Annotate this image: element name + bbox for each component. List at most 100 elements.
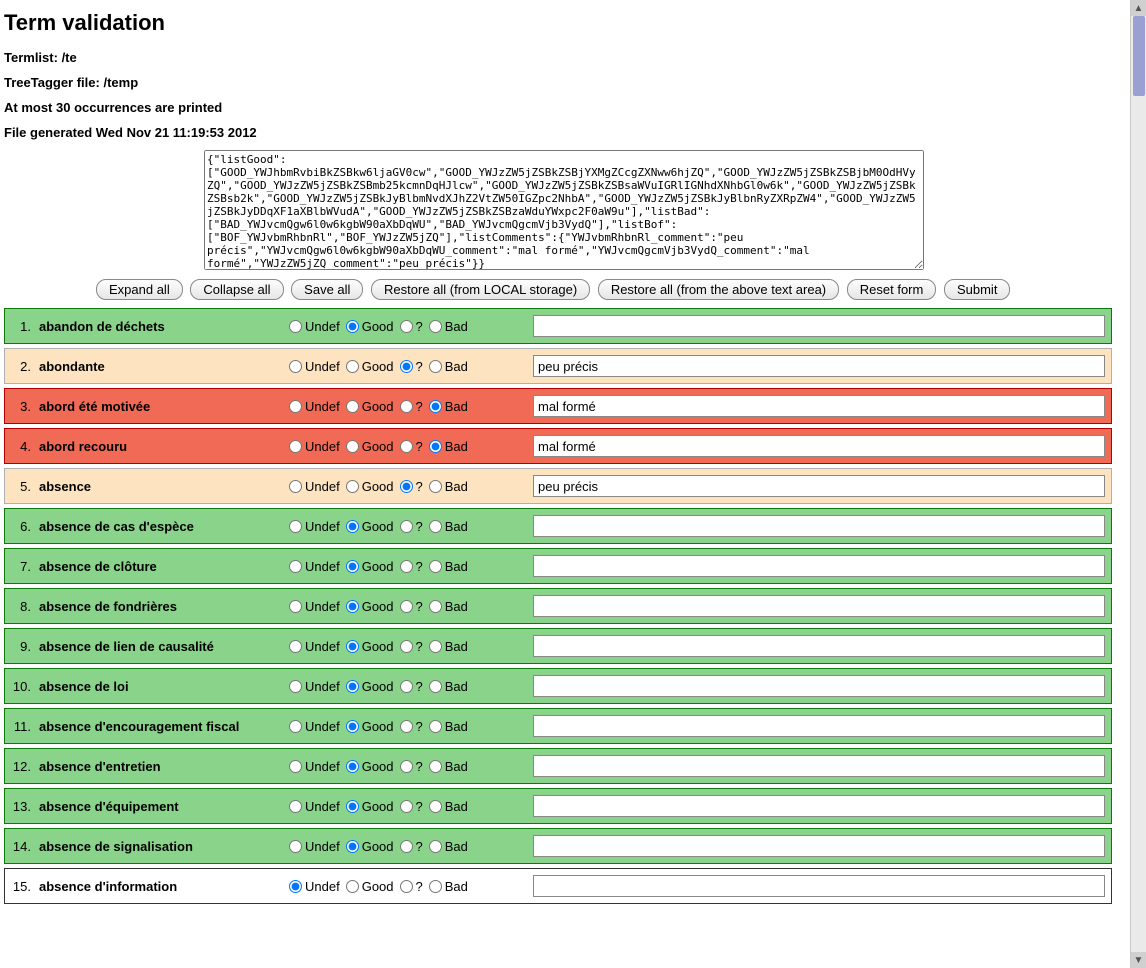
comment-input[interactable]	[533, 515, 1105, 537]
comment-input[interactable]	[533, 355, 1105, 377]
radio-undef[interactable]	[289, 600, 302, 613]
radio-bof-label[interactable]: ?	[400, 719, 423, 734]
radio-undef[interactable]	[289, 760, 302, 773]
comment-input[interactable]	[533, 835, 1105, 857]
radio-good[interactable]	[346, 600, 359, 613]
radio-good[interactable]	[346, 360, 359, 373]
radio-bof[interactable]	[400, 760, 413, 773]
radio-bof-label[interactable]: ?	[400, 319, 423, 334]
radio-bof[interactable]	[400, 720, 413, 733]
radio-undef[interactable]	[289, 360, 302, 373]
radio-bad[interactable]	[429, 840, 442, 853]
radio-bad[interactable]	[429, 480, 442, 493]
radio-bof-label[interactable]: ?	[400, 879, 423, 894]
collapse-all-button[interactable]: Collapse all	[190, 279, 283, 300]
radio-bad[interactable]	[429, 400, 442, 413]
radio-bof-label[interactable]: ?	[400, 759, 423, 774]
radio-undef[interactable]	[289, 840, 302, 853]
radio-bad[interactable]	[429, 320, 442, 333]
radio-good-label[interactable]: Good	[346, 559, 394, 574]
comment-input[interactable]	[533, 595, 1105, 617]
radio-bof-label[interactable]: ?	[400, 399, 423, 414]
radio-undef-label[interactable]: Undef	[289, 799, 340, 814]
radio-undef[interactable]	[289, 680, 302, 693]
comment-input[interactable]	[533, 435, 1105, 457]
radio-bof[interactable]	[400, 680, 413, 693]
row-term[interactable]: abondante	[35, 359, 285, 374]
radio-good-label[interactable]: Good	[346, 719, 394, 734]
radio-undef[interactable]	[289, 640, 302, 653]
comment-input[interactable]	[533, 715, 1105, 737]
radio-bad-label[interactable]: Bad	[429, 439, 468, 454]
radio-undef-label[interactable]: Undef	[289, 319, 340, 334]
radio-undef[interactable]	[289, 520, 302, 533]
radio-undef[interactable]	[289, 400, 302, 413]
radio-bad[interactable]	[429, 680, 442, 693]
radio-bof-label[interactable]: ?	[400, 799, 423, 814]
radio-bof[interactable]	[400, 360, 413, 373]
radio-good-label[interactable]: Good	[346, 799, 394, 814]
radio-good-label[interactable]: Good	[346, 359, 394, 374]
radio-bad-label[interactable]: Bad	[429, 319, 468, 334]
restore-local-button[interactable]: Restore all (from LOCAL storage)	[371, 279, 590, 300]
scroll-down-icon[interactable]: ▼	[1131, 952, 1146, 968]
row-term[interactable]: abord recouru	[35, 439, 285, 454]
row-term[interactable]: absence d'entretien	[35, 759, 285, 774]
radio-undef[interactable]	[289, 720, 302, 733]
radio-bof[interactable]	[400, 480, 413, 493]
comment-input[interactable]	[533, 475, 1105, 497]
row-term[interactable]: absence de clôture	[35, 559, 285, 574]
row-term[interactable]: abandon de déchets	[35, 319, 285, 334]
radio-bad[interactable]	[429, 600, 442, 613]
radio-undef[interactable]	[289, 480, 302, 493]
radio-good[interactable]	[346, 520, 359, 533]
row-term[interactable]: absence de signalisation	[35, 839, 285, 854]
radio-bad[interactable]	[429, 360, 442, 373]
radio-good[interactable]	[346, 480, 359, 493]
submit-button[interactable]: Submit	[944, 279, 1010, 300]
radio-undef-label[interactable]: Undef	[289, 599, 340, 614]
radio-bof[interactable]	[400, 320, 413, 333]
radio-bad-label[interactable]: Bad	[429, 799, 468, 814]
radio-good-label[interactable]: Good	[346, 639, 394, 654]
radio-good[interactable]	[346, 640, 359, 653]
radio-bof[interactable]	[400, 880, 413, 893]
radio-good-label[interactable]: Good	[346, 879, 394, 894]
radio-undef-label[interactable]: Undef	[289, 559, 340, 574]
radio-bad[interactable]	[429, 800, 442, 813]
radio-bad-label[interactable]: Bad	[429, 719, 468, 734]
radio-undef[interactable]	[289, 560, 302, 573]
radio-bad[interactable]	[429, 880, 442, 893]
radio-undef-label[interactable]: Undef	[289, 679, 340, 694]
json-dump-textarea[interactable]	[204, 150, 924, 270]
radio-undef-label[interactable]: Undef	[289, 439, 340, 454]
radio-good-label[interactable]: Good	[346, 839, 394, 854]
radio-bof[interactable]	[400, 520, 413, 533]
radio-bad-label[interactable]: Bad	[429, 679, 468, 694]
radio-bof[interactable]	[400, 560, 413, 573]
radio-good[interactable]	[346, 880, 359, 893]
comment-input[interactable]	[533, 795, 1105, 817]
comment-input[interactable]	[533, 315, 1105, 337]
radio-bof-label[interactable]: ?	[400, 679, 423, 694]
radio-undef-label[interactable]: Undef	[289, 479, 340, 494]
radio-good[interactable]	[346, 840, 359, 853]
radio-undef[interactable]	[289, 320, 302, 333]
radio-good-label[interactable]: Good	[346, 479, 394, 494]
radio-bad-label[interactable]: Bad	[429, 839, 468, 854]
reset-form-button[interactable]: Reset form	[847, 279, 937, 300]
radio-bof-label[interactable]: ?	[400, 599, 423, 614]
radio-bof-label[interactable]: ?	[400, 519, 423, 534]
radio-undef[interactable]	[289, 800, 302, 813]
radio-good[interactable]	[346, 440, 359, 453]
radio-bad-label[interactable]: Bad	[429, 479, 468, 494]
comment-input[interactable]	[533, 675, 1105, 697]
radio-undef-label[interactable]: Undef	[289, 719, 340, 734]
row-term[interactable]: abord été motivée	[35, 399, 285, 414]
radio-good[interactable]	[346, 320, 359, 333]
radio-good[interactable]	[346, 800, 359, 813]
radio-bof[interactable]	[400, 400, 413, 413]
radio-bof[interactable]	[400, 800, 413, 813]
vertical-scrollbar[interactable]: ▲ ▼	[1130, 0, 1146, 968]
radio-good-label[interactable]: Good	[346, 759, 394, 774]
